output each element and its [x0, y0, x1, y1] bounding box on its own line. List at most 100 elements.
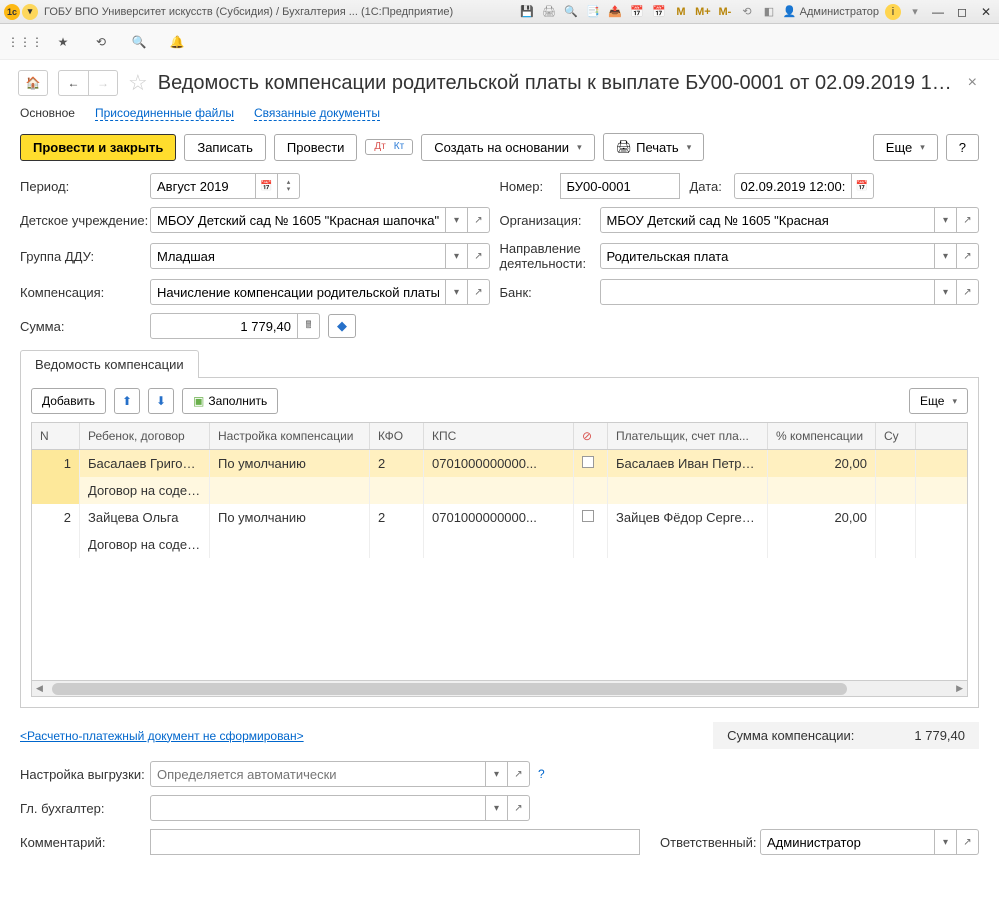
- chief-open-button[interactable]: ↗: [508, 795, 530, 821]
- col-kfo[interactable]: КФО: [370, 423, 424, 449]
- col-percent[interactable]: % компенсации: [768, 423, 876, 449]
- cell-flag[interactable]: [574, 504, 608, 531]
- compensation-dropdown-button[interactable]: ▾: [446, 279, 468, 305]
- current-user[interactable]: 👤 Администратор: [783, 5, 879, 18]
- home-button[interactable]: 🏠: [18, 70, 48, 96]
- child-institution-dropdown-button[interactable]: ▾: [446, 207, 468, 233]
- period-input[interactable]: [157, 179, 249, 194]
- organization-dropdown-button[interactable]: ▾: [935, 207, 957, 233]
- post-and-close-button[interactable]: Провести и закрыть: [20, 134, 176, 161]
- col-sum[interactable]: Су: [876, 423, 916, 449]
- col-flag[interactable]: ⊘: [574, 423, 608, 449]
- horizontal-scrollbar[interactable]: ◀ ▶: [32, 680, 967, 696]
- post-button[interactable]: Провести: [274, 134, 358, 161]
- comment-input[interactable]: [157, 835, 633, 850]
- table-row[interactable]: 2 Зайцева Ольга По умолчанию 2 070100000…: [32, 504, 967, 531]
- table-row-contract[interactable]: Договор на содержан...: [32, 531, 967, 558]
- apps-icon[interactable]: ⋮⋮⋮: [16, 33, 34, 51]
- period-stepper[interactable]: ▴▾: [278, 173, 300, 199]
- star-icon[interactable]: ★: [54, 33, 72, 51]
- print-icon[interactable]: 🖨: [541, 4, 557, 20]
- add-row-button[interactable]: Добавить: [31, 388, 106, 414]
- bell-icon[interactable]: 🔔: [168, 33, 186, 51]
- responsible-input[interactable]: [767, 835, 928, 850]
- col-n[interactable]: N: [32, 423, 80, 449]
- export-dropdown-button[interactable]: ▾: [486, 761, 508, 787]
- responsible-open-button[interactable]: ↗: [957, 829, 979, 855]
- tab-attached-files[interactable]: Присоединенные файлы: [95, 106, 234, 121]
- info-drop-icon[interactable]: ▾: [907, 4, 923, 20]
- more-actions-button[interactable]: Еще: [873, 134, 938, 161]
- compensation-open-button[interactable]: ↗: [468, 279, 490, 305]
- close-tab-button[interactable]: ×: [964, 74, 981, 92]
- favorite-icon[interactable]: ☆: [128, 70, 148, 96]
- tab-compensation-list[interactable]: Ведомость компенсации: [20, 350, 199, 378]
- export-open-button[interactable]: ↗: [508, 761, 530, 787]
- calc-mplus-button[interactable]: M+: [695, 4, 711, 20]
- move-up-button[interactable]: ⬆: [114, 388, 140, 414]
- nav-forward-button[interactable]: →: [88, 70, 118, 96]
- minimize-button[interactable]: —: [929, 4, 947, 20]
- calc-button[interactable]: 🖩: [298, 313, 320, 339]
- group-dropdown-button[interactable]: ▾: [446, 243, 468, 269]
- col-kps[interactable]: КПС: [424, 423, 574, 449]
- grid-body[interactable]: 1 Басалаев Григорий По умолчанию 2 07010…: [32, 450, 967, 680]
- search-icon[interactable]: 🔍: [130, 33, 148, 51]
- dropdown-icon[interactable]: ▾: [22, 4, 38, 20]
- save-button[interactable]: Записать: [184, 134, 266, 161]
- grid-more-button[interactable]: Еще: [909, 388, 968, 414]
- checkbox-icon[interactable]: [582, 510, 594, 522]
- col-setting[interactable]: Настройка компенсации: [210, 423, 370, 449]
- send-icon[interactable]: 📤: [607, 4, 623, 20]
- export-help-icon[interactable]: ?: [538, 767, 545, 781]
- child-institution-open-button[interactable]: ↗: [468, 207, 490, 233]
- calc-m-button[interactable]: M: [673, 4, 689, 20]
- print-button[interactable]: 🖨 Печать: [603, 133, 705, 161]
- close-window-button[interactable]: ✕: [977, 4, 995, 20]
- save-icon[interactable]: 💾: [519, 4, 535, 20]
- back-icon[interactable]: ⟲: [739, 4, 755, 20]
- tab-main[interactable]: Основное: [20, 106, 75, 121]
- calc-mminus-button[interactable]: M-: [717, 4, 733, 20]
- history-icon[interactable]: ⟲: [92, 33, 110, 51]
- col-payer[interactable]: Плательщик, счет пла...: [608, 423, 768, 449]
- sum-input[interactable]: [157, 319, 291, 334]
- responsible-dropdown-button[interactable]: ▾: [935, 829, 957, 855]
- payment-doc-link[interactable]: <Расчетно-платежный документ не сформиро…: [20, 729, 304, 743]
- calendar-icon[interactable]: 📅: [629, 4, 645, 20]
- bank-open-button[interactable]: ↗: [957, 279, 979, 305]
- create-based-on-button[interactable]: Создать на основании: [421, 134, 594, 161]
- date-calendar-button[interactable]: 📅: [852, 173, 874, 199]
- organization-open-button[interactable]: ↗: [957, 207, 979, 233]
- dtkt-button[interactable]: ДтКт: [365, 139, 413, 155]
- bank-dropdown-button[interactable]: ▾: [935, 279, 957, 305]
- panel-icon[interactable]: ◧: [761, 4, 777, 20]
- activity-open-button[interactable]: ↗: [957, 243, 979, 269]
- number-input[interactable]: [567, 179, 673, 194]
- move-down-button[interactable]: ⬇: [148, 388, 174, 414]
- table-row[interactable]: 1 Басалаев Григорий По умолчанию 2 07010…: [32, 450, 967, 477]
- bank-input[interactable]: [607, 285, 929, 300]
- fill-button[interactable]: ▣ Заполнить: [182, 388, 278, 414]
- refresh-sum-button[interactable]: ◆: [328, 314, 356, 338]
- checkbox-icon[interactable]: [582, 456, 594, 468]
- maximize-button[interactable]: ◻: [953, 4, 971, 20]
- date-input[interactable]: [741, 179, 845, 194]
- activity-dropdown-button[interactable]: ▾: [935, 243, 957, 269]
- group-open-button[interactable]: ↗: [468, 243, 490, 269]
- export-setting-input[interactable]: [157, 767, 479, 782]
- compensation-input[interactable]: [157, 285, 439, 300]
- preview-icon[interactable]: 🔍: [563, 4, 579, 20]
- calendar2-icon[interactable]: 📅: [651, 4, 667, 20]
- cell-flag[interactable]: [574, 450, 608, 477]
- help-button[interactable]: ?: [946, 134, 979, 161]
- col-child[interactable]: Ребенок, договор: [80, 423, 210, 449]
- nav-back-button[interactable]: ←: [58, 70, 88, 96]
- tab-related-docs[interactable]: Связанные документы: [254, 106, 380, 121]
- organization-input[interactable]: [607, 213, 929, 228]
- period-calendar-button[interactable]: 📅: [256, 173, 278, 199]
- scroll-thumb[interactable]: [52, 683, 847, 695]
- child-institution-input[interactable]: [157, 213, 439, 228]
- group-input[interactable]: [157, 249, 439, 264]
- info-icon[interactable]: i: [885, 4, 901, 20]
